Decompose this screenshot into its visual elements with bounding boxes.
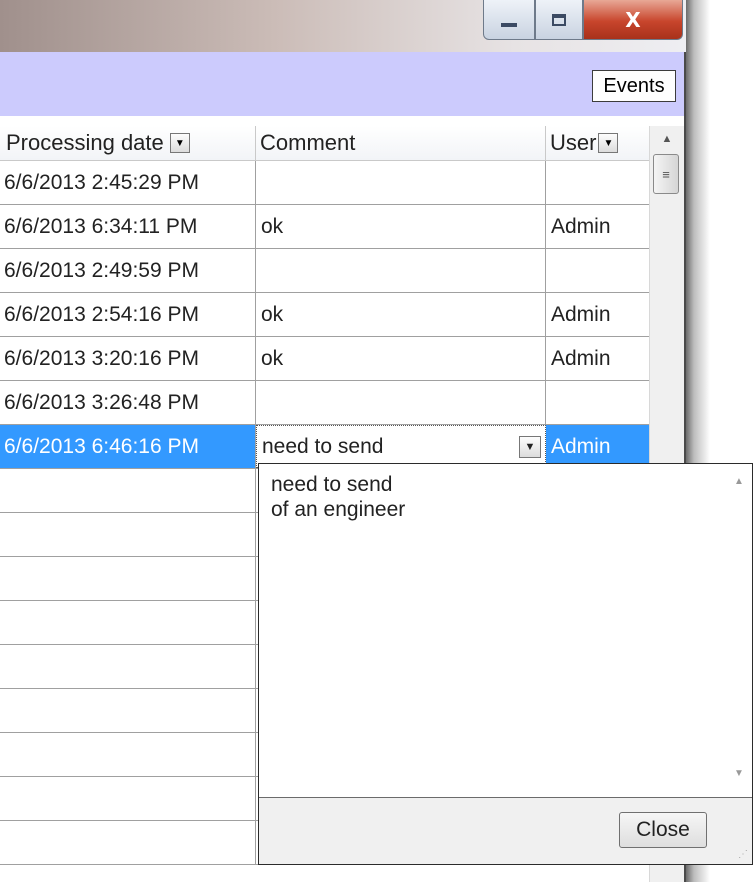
table-cell-comment[interactable] (256, 381, 546, 424)
popup-scrollbar[interactable]: ▲ ▼ (726, 464, 752, 794)
table-cell-comment[interactable]: ok (256, 205, 546, 248)
column-header-user[interactable]: User ▼ (546, 126, 649, 161)
table-cell-date[interactable] (0, 645, 256, 688)
popup-footer: Close ⋰ (259, 797, 752, 864)
close-window-button[interactable]: X (583, 0, 683, 40)
column-header-label: User (550, 130, 597, 155)
table-cell-user[interactable] (546, 161, 649, 204)
cell-text: ok (261, 302, 284, 326)
table-cell-user[interactable]: Admin (546, 293, 649, 336)
table-row[interactable]: 6/6/2013 2:54:16 PM ok Admin (0, 293, 649, 337)
maximize-icon (552, 13, 566, 26)
scroll-up-icon[interactable]: ▲ (726, 476, 752, 487)
table-cell-date[interactable]: 6/6/2013 2:45:29 PM (0, 161, 256, 204)
cell-text: Admin (551, 214, 611, 238)
table-cell-date[interactable]: 6/6/2013 3:20:16 PM (0, 337, 256, 380)
table-cell-date[interactable] (0, 601, 256, 644)
comment-dropdown-icon[interactable]: ▼ (519, 436, 541, 458)
cell-text: 6/6/2013 3:20:16 PM (4, 346, 199, 370)
close-icon: X (625, 7, 641, 32)
comment-textarea[interactable]: need to send of an engineer (271, 472, 405, 522)
table-cell-date[interactable] (0, 689, 256, 732)
table-cell-comment[interactable]: ok (256, 337, 546, 380)
column-header-comment[interactable]: Comment (256, 126, 546, 161)
column-header-label: Processing date (6, 130, 164, 155)
comment-editor-popup: need to send of an engineer ▲ ▼ Close ⋰ (258, 463, 753, 865)
scroll-up-icon[interactable]: ▲ (650, 126, 684, 152)
table-cell-date[interactable]: 6/6/2013 2:54:16 PM (0, 293, 256, 336)
scroll-down-icon[interactable]: ▼ (726, 768, 752, 779)
cell-text: Admin (551, 302, 611, 326)
table-cell-date[interactable] (0, 557, 256, 600)
cell-text: 6/6/2013 6:46:16 PM (4, 434, 199, 458)
table-cell-date[interactable] (0, 469, 256, 512)
maximize-button[interactable] (535, 0, 583, 40)
table-cell-date[interactable] (0, 777, 256, 820)
table-row[interactable]: 6/6/2013 6:34:11 PM ok Admin (0, 205, 649, 249)
close-button[interactable]: Close (619, 812, 707, 848)
table-cell-comment[interactable] (256, 249, 546, 292)
toolbar: Events (0, 52, 686, 116)
minimize-button[interactable] (483, 0, 535, 40)
resize-grip-icon[interactable]: ⋰ (738, 849, 748, 860)
table-row[interactable]: 6/6/2013 3:20:16 PM ok Admin (0, 337, 649, 381)
cell-text: ok (261, 346, 284, 370)
table-row[interactable]: 6/6/2013 2:49:59 PM (0, 249, 649, 293)
table-cell-user[interactable] (546, 381, 649, 424)
table-cell-date[interactable]: 6/6/2013 3:26:48 PM (0, 381, 256, 424)
column-header-processing-date[interactable]: Processing date ▼ (0, 126, 256, 161)
table-row[interactable]: 6/6/2013 3:26:48 PM (0, 381, 649, 425)
table-row[interactable]: 6/6/2013 2:45:29 PM (0, 161, 649, 205)
cell-text: ok (261, 214, 284, 238)
cell-text: 6/6/2013 2:49:59 PM (4, 258, 199, 282)
cell-text: need to send (262, 434, 384, 458)
comment-text-line: need to send (271, 473, 393, 496)
events-button[interactable]: Events (592, 70, 676, 102)
title-bar: X (0, 0, 686, 52)
table-cell-comment[interactable] (256, 161, 546, 204)
table-cell-date[interactable] (0, 513, 256, 556)
table-cell-date[interactable] (0, 733, 256, 776)
column-header-label: Comment (260, 130, 356, 155)
table-cell-user[interactable] (546, 249, 649, 292)
scrollbar-thumb[interactable]: ≡ (653, 154, 679, 194)
table-cell-user[interactable]: Admin (546, 337, 649, 380)
cell-text: Admin (551, 346, 611, 370)
filter-dropdown-icon[interactable]: ▼ (598, 133, 619, 153)
cell-text: 6/6/2013 2:54:16 PM (4, 302, 199, 326)
table-cell-user[interactable]: Admin (546, 425, 649, 468)
cell-text: 6/6/2013 3:26:48 PM (4, 390, 199, 414)
table-cell-comment[interactable]: ok (256, 293, 546, 336)
comment-text-line: of an engineer (271, 498, 406, 521)
cell-text: 6/6/2013 2:45:29 PM (4, 170, 199, 194)
table-cell-comment[interactable]: need to send ▼ (256, 425, 546, 468)
table-cell-date[interactable]: 6/6/2013 6:34:11 PM (0, 205, 256, 248)
cell-text: Admin (551, 434, 611, 458)
table-cell-date[interactable]: 6/6/2013 6:46:16 PM (0, 425, 256, 468)
filter-dropdown-icon[interactable]: ▼ (169, 133, 190, 153)
table-cell-user[interactable]: Admin (546, 205, 649, 248)
minimize-icon (501, 22, 517, 27)
cell-text: 6/6/2013 6:34:11 PM (4, 214, 198, 238)
table-cell-date[interactable]: 6/6/2013 2:49:59 PM (0, 249, 256, 292)
table-cell-date[interactable] (0, 821, 256, 864)
